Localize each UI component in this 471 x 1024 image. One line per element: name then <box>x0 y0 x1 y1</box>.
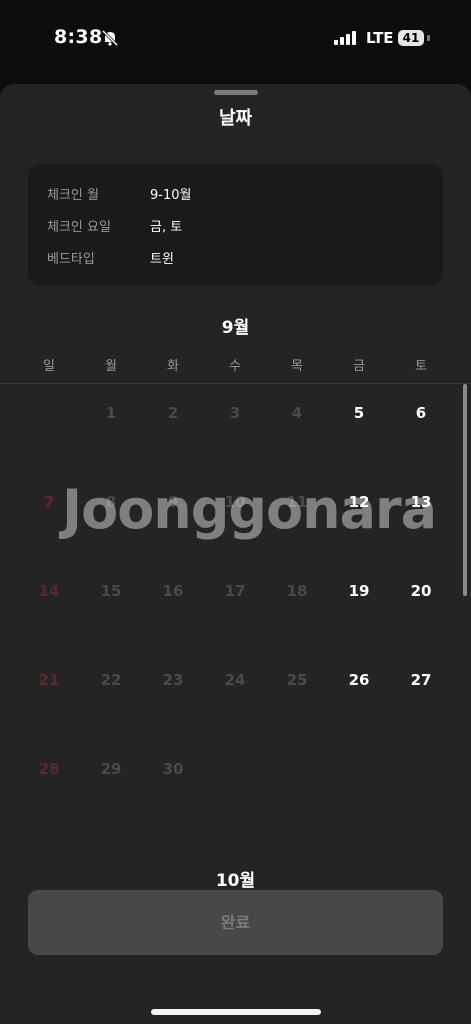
calendar-day[interactable]: 12 <box>328 492 390 512</box>
battery-icon: 41 <box>398 30 424 46</box>
calendar-day[interactable]: 13 <box>390 492 452 512</box>
calendar-day: 30 <box>162 760 184 778</box>
selection-summary: 체크인 월 9-10월 체크인 요일 금, 토 베드타입 트윈 <box>28 164 443 286</box>
calendar-day: 24 <box>224 671 246 689</box>
calendar-day[interactable]: 19 <box>328 581 390 601</box>
weekday-label: 수 <box>229 359 241 374</box>
month-title-october: 10월 <box>215 871 256 891</box>
calendar-day: 1 <box>105 404 117 422</box>
summary-label: 베드타입 <box>47 252 95 267</box>
summary-row: 체크인 월 9-10월 <box>28 184 443 208</box>
network-type: LTE <box>366 29 394 47</box>
calendar-day: 28 <box>38 760 60 778</box>
summary-row: 베드타입 트윈 <box>28 248 443 272</box>
cellular-signal-icon <box>334 30 356 49</box>
divider <box>0 383 471 384</box>
weekday-label: 금 <box>353 359 365 374</box>
calendar-day[interactable]: 6 <box>390 403 452 423</box>
weekday-label: 월 <box>105 359 117 374</box>
calendar-day: 8 <box>105 493 117 511</box>
summary-value: 트윈 <box>150 252 174 267</box>
calendar-day: 22 <box>100 671 122 689</box>
calendar-day: 17 <box>224 582 246 600</box>
calendar-day: 4 <box>291 404 303 422</box>
calendar-day: 29 <box>100 760 122 778</box>
calendar-day: 3 <box>229 404 241 422</box>
status-bar: 8:38 LTE 41 <box>0 0 471 80</box>
calendar-day: 11 <box>286 493 308 511</box>
done-button[interactable]: 완료 <box>28 890 443 955</box>
weekday-label: 일 <box>43 359 55 374</box>
calendar-day: 18 <box>286 582 308 600</box>
clock: 8:38 <box>54 26 103 48</box>
weekday-label: 화 <box>167 359 179 374</box>
calendar-day: 16 <box>162 582 184 600</box>
sheet-grabber[interactable] <box>214 90 258 95</box>
home-indicator <box>151 1009 321 1015</box>
scrollbar[interactable] <box>463 384 467 596</box>
calendar-day[interactable]: 26 <box>328 670 390 690</box>
calendar-day: 25 <box>286 671 308 689</box>
weekday-label: 목 <box>291 359 303 374</box>
calendar-day: 14 <box>38 582 60 600</box>
calendar-day: 15 <box>100 582 122 600</box>
calendar-day[interactable]: 5 <box>328 403 390 423</box>
calendar-day: 21 <box>38 671 60 689</box>
battery-tip <box>427 35 430 41</box>
month-title-september: 9월 <box>221 318 250 338</box>
summary-value: 금, 토 <box>150 220 183 235</box>
calendar-day[interactable]: 27 <box>390 670 452 690</box>
calendar-day: 23 <box>162 671 184 689</box>
summary-label: 체크인 월 <box>47 188 99 203</box>
weekday-header: 일 월 화 수 목 금 토 <box>0 355 471 379</box>
calendar-day[interactable]: 20 <box>390 581 452 601</box>
summary-label: 체크인 요일 <box>47 220 111 235</box>
date-picker-sheet: 날짜 체크인 월 9-10월 체크인 요일 금, 토 베드타입 트윈 9월 일 … <box>0 84 471 1024</box>
summary-row: 체크인 요일 금, 토 <box>28 216 443 240</box>
bell-slash-icon <box>101 29 119 51</box>
calendar-day: 10 <box>224 493 246 511</box>
weekday-label: 토 <box>415 359 427 374</box>
calendar-day: 2 <box>167 404 179 422</box>
summary-value: 9-10월 <box>150 188 192 203</box>
calendar-day: 7 <box>43 493 55 511</box>
calendar-day: 9 <box>167 493 179 511</box>
sheet-title: 날짜 <box>218 108 253 129</box>
